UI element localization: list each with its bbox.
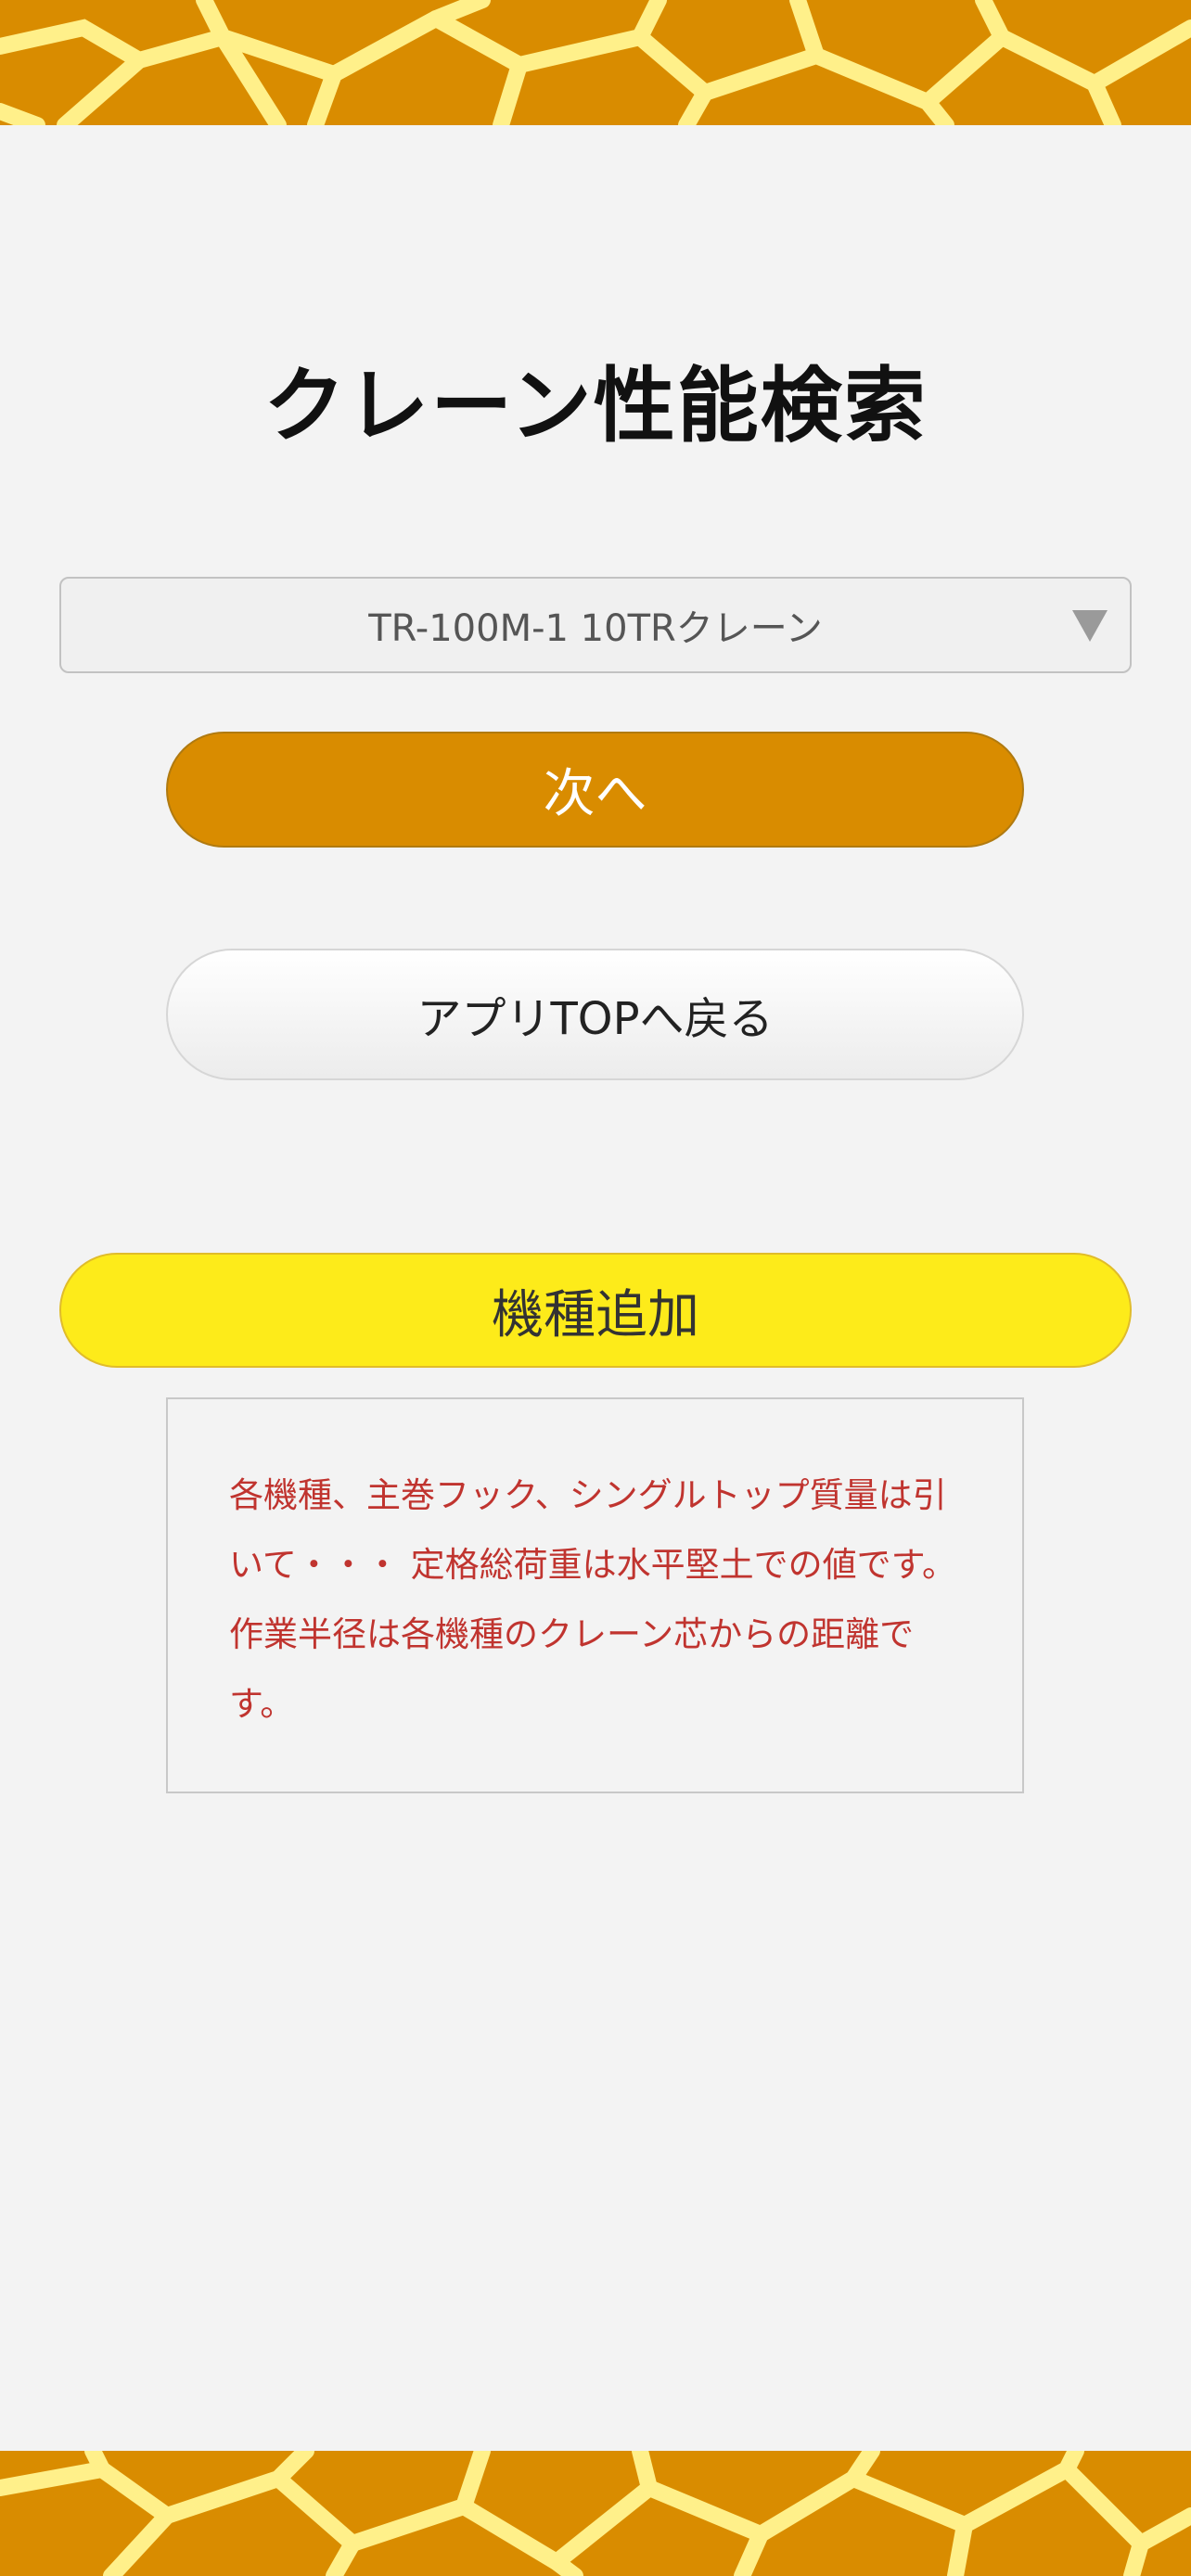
add-model-button[interactable]: 機種追加: [59, 1253, 1132, 1368]
back-to-app-top-button[interactable]: アプリTOPへ戻る: [166, 949, 1024, 1080]
app-screen: クレーン性能検索 TR-100M-1 10TRクレーン 次へ アプリTOPへ戻る…: [0, 0, 1191, 2576]
next-button[interactable]: 次へ: [166, 732, 1024, 848]
page-title: クレーン性能検索: [263, 358, 928, 453]
model-select-value: TR-100M-1 10TRクレーン: [368, 607, 823, 650]
notice-text: 各機種、主巻フック、シングルトップ質量は引いて・・・ 定格総荷重は水平堅土での値…: [229, 1475, 956, 1724]
giraffe-pattern-banner-bottom: [0, 2451, 1191, 2576]
model-select[interactable]: TR-100M-1 10TRクレーン: [59, 577, 1132, 673]
giraffe-pattern-banner-top: [0, 0, 1191, 125]
notice-box: 各機種、主巻フック、シングルトップ質量は引いて・・・ 定格総荷重は水平堅土での値…: [166, 1397, 1024, 1793]
triangle-down-icon: [1072, 610, 1108, 642]
